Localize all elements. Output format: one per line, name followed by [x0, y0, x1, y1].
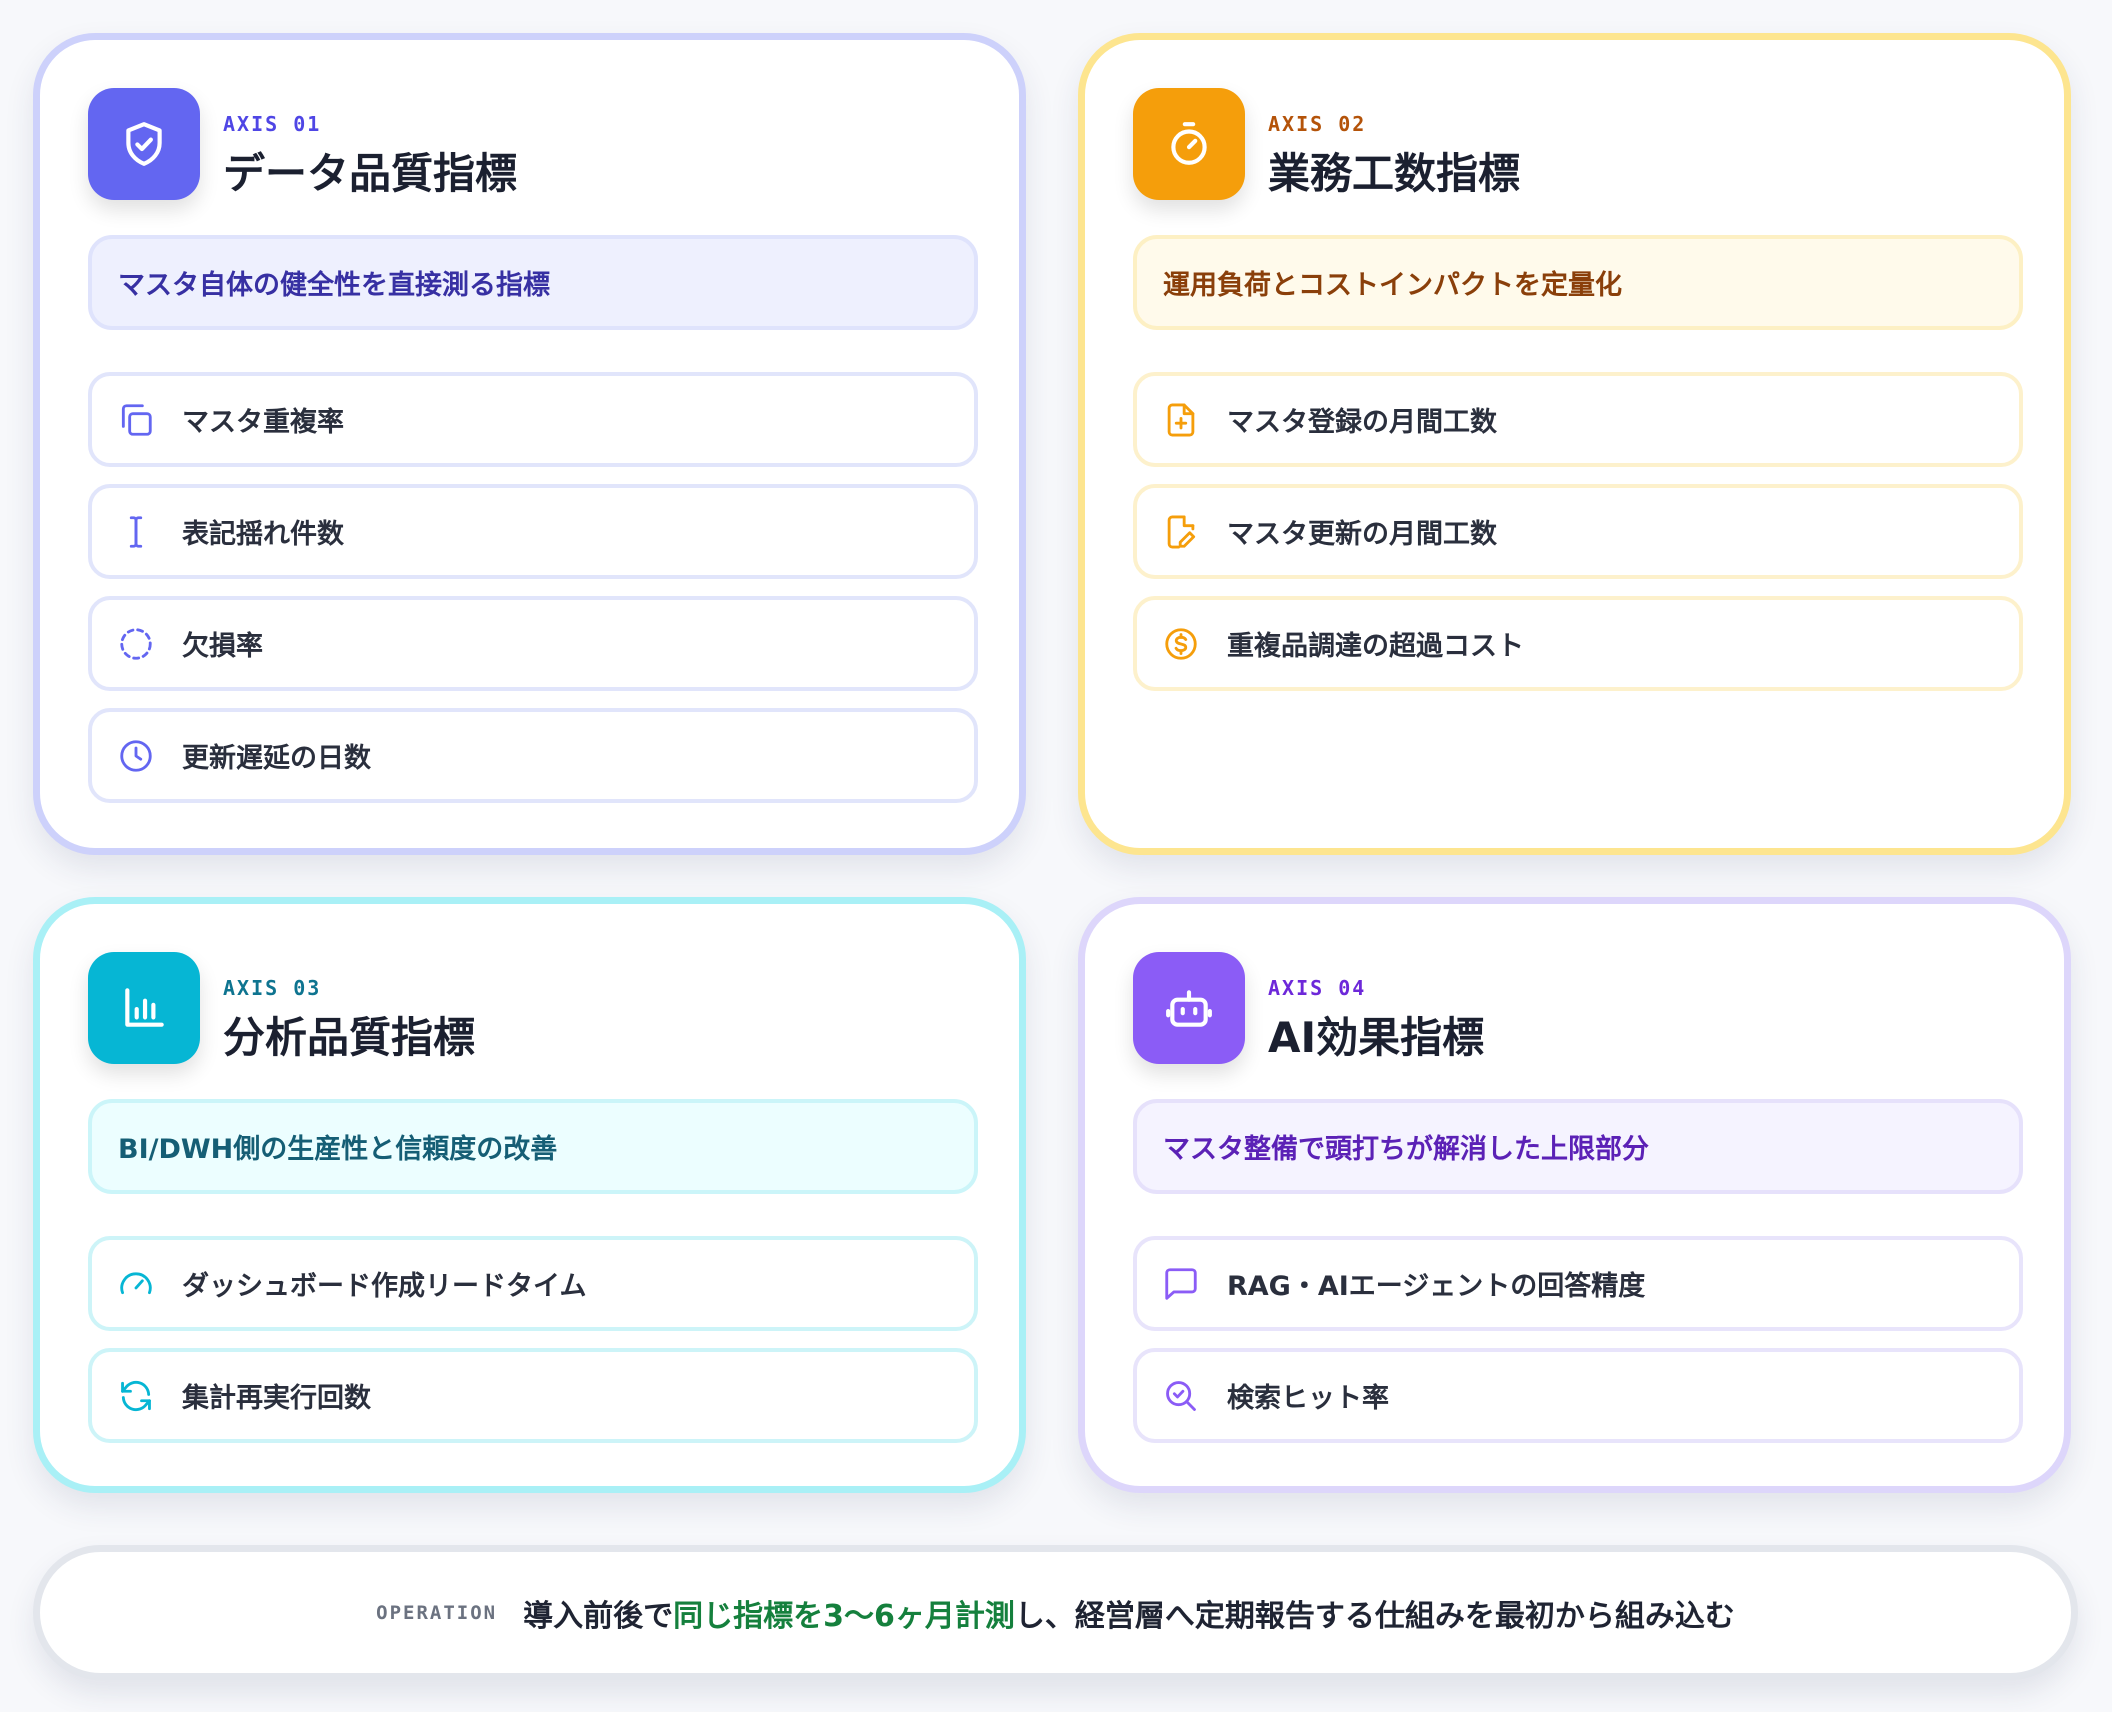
operation-text: 導入前後で同じ指標を3〜6ヶ月計測し、経営層へ定期報告する仕組みを最初から組み込…: [523, 1591, 1735, 1635]
axis-card-workload: AXIS 02 業務工数指標 運用負荷とコストインパクトを定量化 マスタ登録の月…: [1078, 33, 2071, 855]
operation-highlight: 同じ指標を3〜6ヶ月計測: [673, 1598, 1015, 1634]
message-square-icon: [1161, 1264, 1201, 1304]
file-plus-icon: [1161, 400, 1201, 440]
axis-card-analysis-quality: AXIS 03 分析品質指標 BI/DWH側の生産性と信頼度の改善 ダッシュボー…: [33, 897, 1026, 1493]
axis-number: AXIS 03: [223, 976, 322, 1000]
metric-item[interactable]: 検索ヒット率: [1133, 1348, 2023, 1443]
metric-label: マスタ更新の月間工数: [1227, 519, 1497, 550]
metric-list: RAG・AIエージェントの回答精度 検索ヒット率: [1133, 1236, 2023, 1460]
metric-label: 表記揺れ件数: [182, 519, 344, 550]
metric-item[interactable]: マスタ更新の月間工数: [1133, 484, 2023, 579]
metric-item[interactable]: RAG・AIエージェントの回答精度: [1133, 1236, 2023, 1331]
operation-text-after: し、経営層へ定期報告する仕組みを最初から組み込む: [1014, 1598, 1735, 1634]
operation-text-before: 導入前後で: [523, 1598, 674, 1634]
metric-item[interactable]: マスタ登録の月間工数: [1133, 372, 2023, 467]
card-title: データ品質指標: [223, 149, 518, 198]
metric-label: 重複品調達の超過コスト: [1227, 631, 1524, 662]
axis-number: AXIS 01: [223, 112, 322, 136]
refresh-icon: [116, 1376, 156, 1416]
metric-list: ダッシュボード作成リードタイム 集計再実行回数: [88, 1236, 978, 1460]
card-subtitle: マスタ自体の健全性を直接測る指標: [88, 235, 978, 330]
metric-label: マスタ重複率: [182, 407, 344, 438]
metric-item[interactable]: ダッシュボード作成リードタイム: [88, 1236, 978, 1331]
metric-label: 検索ヒット率: [1227, 1383, 1389, 1414]
metric-item[interactable]: 表記揺れ件数: [88, 484, 978, 579]
operation-label: OPERATION: [376, 1601, 498, 1624]
metric-label: 更新遅延の日数: [182, 743, 371, 774]
card-subtitle: マスタ整備で頭打ちが解消した上限部分: [1133, 1099, 2023, 1194]
metric-label: RAG・AIエージェントの回答精度: [1227, 1271, 1646, 1302]
metric-label: 集計再実行回数: [182, 1383, 371, 1414]
metric-label: ダッシュボード作成リードタイム: [182, 1271, 587, 1302]
axis-number: AXIS 04: [1268, 976, 1367, 1000]
metric-list: マスタ重複率 表記揺れ件数 欠損率 更新遅延の日数: [88, 372, 978, 820]
card-subtitle: 運用負荷とコストインパクトを定量化: [1133, 235, 2023, 330]
metric-label: 欠損率: [182, 631, 263, 662]
shield-check-icon: [88, 88, 200, 200]
operation-banner: OPERATION 導入前後で同じ指標を3〜6ヶ月計測し、経営層へ定期報告する仕…: [33, 1545, 2078, 1680]
metric-item[interactable]: マスタ重複率: [88, 372, 978, 467]
card-subtitle: BI/DWH側の生産性と信頼度の改善: [88, 1099, 978, 1194]
file-edit-icon: [1161, 512, 1201, 552]
axis-card-data-quality: AXIS 01 データ品質指標 マスタ自体の健全性を直接測る指標 マスタ重複率 …: [33, 33, 1026, 855]
axis-card-ai-effect: AXIS 04 AI効果指標 マスタ整備で頭打ちが解消した上限部分 RAG・AI…: [1078, 897, 2071, 1493]
metric-item[interactable]: 更新遅延の日数: [88, 708, 978, 803]
bot-icon: [1133, 952, 1245, 1064]
metric-item[interactable]: 重複品調達の超過コスト: [1133, 596, 2023, 691]
search-check-icon: [1161, 1376, 1201, 1416]
card-title: AI効果指標: [1268, 1013, 1485, 1062]
text-cursor-icon: [116, 512, 156, 552]
dollar-circle-icon: [1161, 624, 1201, 664]
card-title: 業務工数指標: [1268, 149, 1521, 198]
card-title: 分析品質指標: [223, 1013, 476, 1062]
copy-icon: [116, 400, 156, 440]
gauge-icon: [116, 1264, 156, 1304]
metric-item[interactable]: 欠損率: [88, 596, 978, 691]
axis-number: AXIS 02: [1268, 112, 1367, 136]
bar-chart-icon: [88, 952, 200, 1064]
metric-list: マスタ登録の月間工数 マスタ更新の月間工数 重複品調達の超過コスト: [1133, 372, 2023, 708]
clock-icon: [116, 736, 156, 776]
metric-label: マスタ登録の月間工数: [1227, 407, 1497, 438]
timer-icon: [1133, 88, 1245, 200]
metric-item[interactable]: 集計再実行回数: [88, 1348, 978, 1443]
dashed-circle-icon: [116, 624, 156, 664]
